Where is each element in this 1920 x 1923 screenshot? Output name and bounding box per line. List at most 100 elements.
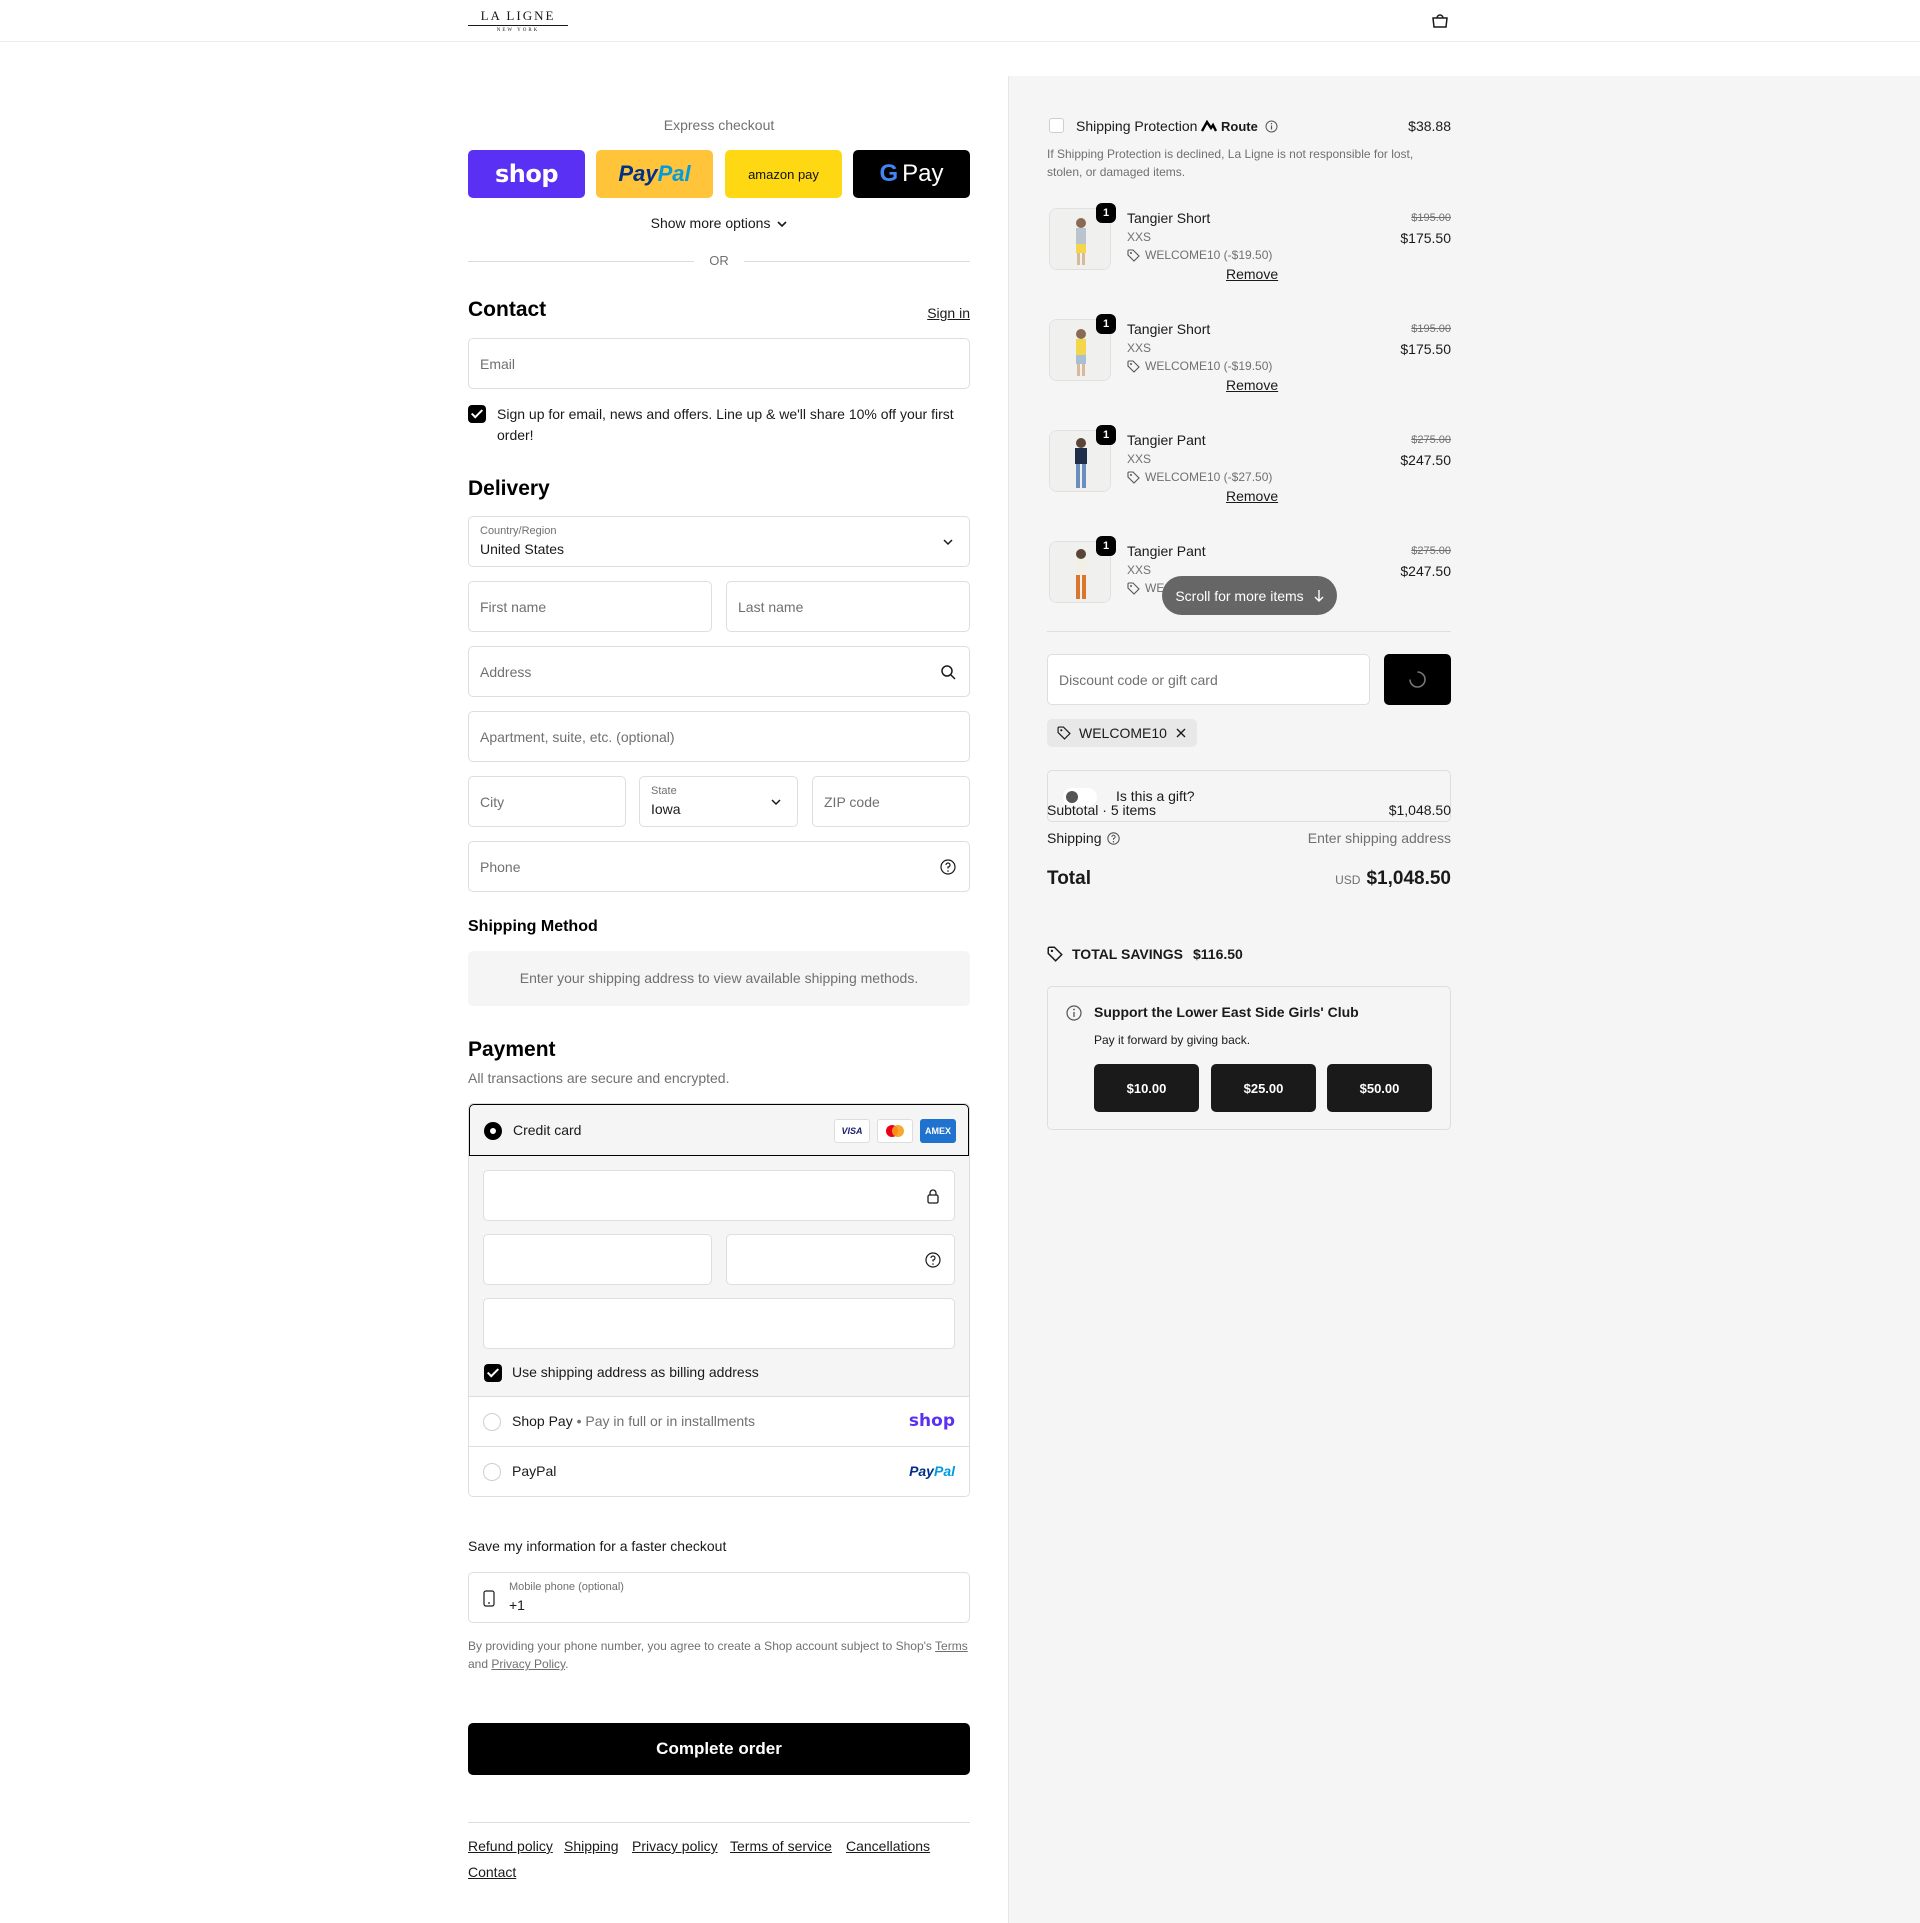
paypal-radio[interactable] (483, 1463, 501, 1481)
info-icon (1066, 1005, 1082, 1021)
remove-item-link[interactable]: Remove (1226, 266, 1278, 282)
route-brand: Route (1221, 119, 1258, 134)
quantity-badge: 1 (1096, 314, 1116, 334)
footer-link-terms-of-service[interactable]: Terms of service (730, 1838, 832, 1854)
shop-pay-radio[interactable] (483, 1413, 501, 1431)
phone-field[interactable]: Phone (468, 841, 970, 892)
help-circle-icon[interactable] (925, 1252, 941, 1268)
credit-card-option[interactable]: Credit card VISA AMEX (469, 1104, 969, 1156)
email-placeholder: Email (480, 356, 516, 372)
item-price: $175.50 (1400, 230, 1451, 246)
credit-card-radio[interactable] (484, 1122, 502, 1140)
shop-pay-text: Shop Pay • Pay in full or in installment… (512, 1413, 755, 1429)
address-field[interactable]: Address (468, 646, 970, 697)
help-circle-icon[interactable] (1107, 832, 1120, 845)
google-g-icon: G (879, 160, 899, 187)
item-name: Tangier Pant (1127, 543, 1206, 559)
discount-code-placeholder: Discount code or gift card (1059, 672, 1218, 688)
expiration-date-field[interactable] (483, 1234, 712, 1285)
google-pay-express-button[interactable]: G Pay (853, 150, 970, 198)
search-icon (941, 665, 956, 680)
paypal-option[interactable]: PayPal PayPal (469, 1447, 969, 1496)
zip-field[interactable]: ZIP code (812, 776, 970, 827)
remove-item-link[interactable]: Remove (1226, 488, 1278, 504)
billing-same-label: Use shipping address as billing address (512, 1364, 759, 1380)
city-placeholder: City (480, 794, 505, 810)
amazon-pay-express-button[interactable]: amazon pay (725, 150, 842, 198)
total-value: $1,048.50 (1366, 868, 1451, 889)
name-on-card-field[interactable] (483, 1298, 955, 1349)
card-number-field[interactable] (483, 1170, 955, 1221)
scroll-more-items-button[interactable]: Scroll for more items (1162, 576, 1337, 615)
info-icon[interactable] (1265, 120, 1278, 133)
last-name-field[interactable]: Last name (726, 581, 970, 632)
chevron-down-icon (771, 799, 781, 806)
store-logo[interactable]: LA LIGNE NEW YORK (468, 8, 568, 33)
security-code-field[interactable] (726, 1234, 955, 1285)
shop-pay-label: Shop Pay (512, 1413, 573, 1429)
item-variant: XXS (1127, 230, 1152, 244)
shipping-protection-checkbox[interactable] (1049, 118, 1064, 133)
help-circle-icon[interactable] (940, 859, 956, 875)
first-name-placeholder: First name (480, 599, 547, 615)
donate-50-button[interactable]: $50.00 (1327, 1064, 1432, 1112)
save-info-heading: Save my information for a faster checkou… (468, 1538, 727, 1554)
city-field[interactable]: City (468, 776, 626, 827)
paypal-logo: PayPal (909, 1463, 955, 1479)
state-select[interactable]: State Iowa (639, 776, 798, 827)
apartment-field[interactable]: Apartment, suite, etc. (optional) (468, 711, 970, 762)
item-discount: WELCOME10 (-$27.50) (1145, 470, 1273, 484)
footer-link-contact[interactable]: Contact (468, 1864, 516, 1880)
discount-tag-icon (1047, 946, 1063, 962)
close-icon[interactable] (1175, 727, 1187, 739)
footer-link-shipping[interactable]: Shipping (564, 1838, 619, 1854)
mobile-phone-field[interactable]: Mobile phone (optional) +1 (468, 1572, 970, 1623)
shop-pay-logo: shop (494, 160, 559, 188)
email-field[interactable]: Email (468, 338, 970, 389)
shop-pay-sublabel: Pay in full or in installments (585, 1413, 756, 1429)
express-checkout-title: Express checkout (663, 117, 775, 133)
paypal-logo-pal: Pal (657, 161, 691, 186)
donate-25-button[interactable]: $25.00 (1211, 1064, 1316, 1112)
item-original-price: $195.00 (1411, 323, 1451, 335)
sign-in-link[interactable]: Sign in (927, 305, 970, 321)
newsletter-checkbox[interactable] (468, 405, 486, 423)
footer-link-cancellations[interactable]: Cancellations (846, 1838, 930, 1854)
shopping-bag-icon[interactable] (1430, 13, 1450, 29)
shop-pay-option[interactable]: Shop Pay • Pay in full or in installment… (469, 1397, 969, 1447)
scroll-more-label: Scroll for more items (1175, 587, 1304, 604)
donate-10-button[interactable]: $10.00 (1094, 1064, 1199, 1112)
phone-placeholder: Phone (480, 859, 521, 875)
shipping-method-heading: Shipping Method (468, 918, 598, 935)
donation-subtitle: Pay it forward by giving back. (1094, 1033, 1251, 1047)
item-variant: XXS (1127, 563, 1152, 577)
last-name-placeholder: Last name (738, 599, 804, 615)
remove-item-link[interactable]: Remove (1226, 377, 1278, 393)
legal-and: and (468, 1657, 489, 1671)
terms-link[interactable]: Terms (935, 1639, 968, 1653)
country-select[interactable]: Country/Region United States (468, 516, 970, 567)
shop-pay-express-button[interactable]: shop (468, 150, 585, 198)
credit-card-label: Credit card (513, 1122, 582, 1138)
legal-prefix: By providing your phone number, you agre… (468, 1639, 932, 1653)
first-name-field[interactable]: First name (468, 581, 712, 632)
subtotal-value: $1,048.50 (1388, 802, 1451, 818)
shipping-protection-price: $38.88 (1408, 118, 1451, 134)
item-price: $247.50 (1400, 563, 1451, 579)
payment-heading: Payment (468, 1038, 556, 1061)
chevron-down-icon (777, 221, 787, 228)
discount-tag-icon (1127, 471, 1140, 484)
discount-code-field[interactable]: Discount code or gift card (1047, 654, 1370, 705)
footer-link-refund-policy[interactable]: Refund policy (468, 1838, 553, 1854)
apply-discount-button[interactable] (1384, 654, 1451, 705)
privacy-policy-link[interactable]: Privacy Policy (491, 1657, 565, 1671)
complete-order-button[interactable]: Complete order (468, 1723, 970, 1775)
show-more-options-button[interactable]: Show more options (468, 215, 970, 231)
show-more-label: Show more options (650, 215, 771, 231)
paypal-express-button[interactable]: Pay Pal (596, 150, 713, 198)
country-value: United States (480, 541, 565, 557)
billing-same-checkbox[interactable] (484, 1364, 502, 1382)
footer-link-privacy-policy[interactable]: Privacy policy (632, 1838, 718, 1854)
item-discount: WELCOME10 (-$19.50) (1145, 359, 1273, 373)
apartment-placeholder: Apartment, suite, etc. (optional) (480, 729, 675, 745)
